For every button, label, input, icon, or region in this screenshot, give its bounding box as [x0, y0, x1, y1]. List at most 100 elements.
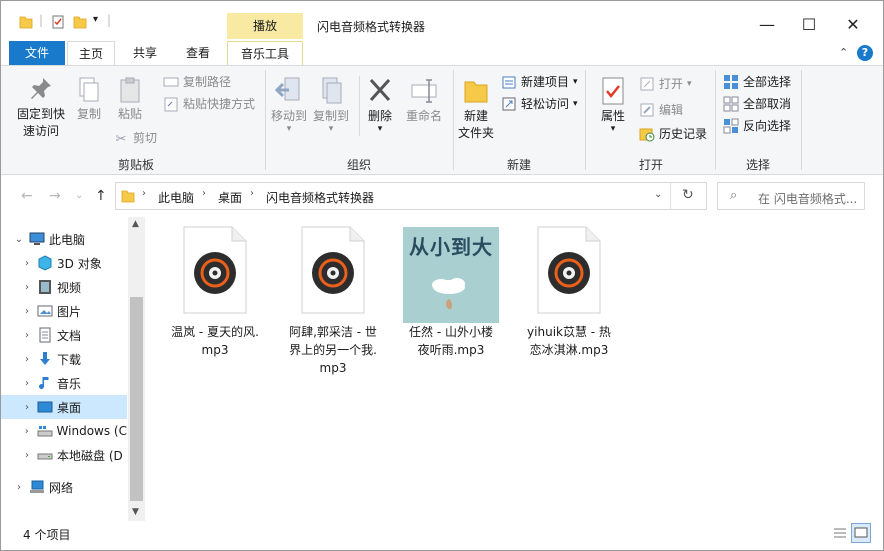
chevron-right-icon[interactable]: ›: [21, 282, 33, 293]
breadcrumb-chevron-icon[interactable]: ›: [250, 188, 254, 199]
address-bar[interactable]: › 此电脑 › 桌面 › 闪电音频格式转换器 ⌄ ↻: [115, 182, 707, 210]
tab-music-tools[interactable]: 音乐工具: [227, 41, 303, 67]
scroll-up-arrow-icon[interactable]: ▲: [132, 219, 139, 229]
copy-to-button[interactable]: 复制到 ▾: [311, 76, 351, 134]
file-item[interactable]: 阿肆,郭采洁 - 世 界上的另一个我. mp3: [277, 225, 389, 377]
scroll-down-arrow-icon[interactable]: ▼: [132, 507, 139, 517]
forward-arrow-icon[interactable]: →: [49, 188, 61, 204]
history-button[interactable]: 历史记录: [639, 124, 707, 144]
folder-icon: [19, 15, 33, 32]
select-none-button[interactable]: 全部取消: [723, 94, 791, 114]
easy-access-icon: [501, 96, 517, 112]
easy-access-button[interactable]: 轻松访问 ▾: [501, 94, 578, 114]
search-placeholder: 在 闪电音频格式...: [758, 192, 858, 206]
scrollbar-thumb[interactable]: [130, 297, 143, 501]
recent-locations-icon[interactable]: ⌄: [75, 190, 83, 201]
nav-item-windows-c[interactable]: › Windows (C: [1, 419, 127, 443]
chevron-down-icon[interactable]: ⌄: [13, 234, 25, 245]
chevron-right-icon[interactable]: ›: [21, 450, 33, 461]
close-button[interactable]: ✕: [839, 11, 867, 39]
nav-item-network[interactable]: › 网络: [1, 475, 127, 499]
download-icon: [37, 351, 53, 367]
move-to-button[interactable]: 移动到 ▾: [269, 76, 309, 134]
new-folder-quick-icon[interactable]: [73, 15, 87, 32]
ribbon: 固定到快 速访问 复制 粘贴 复制路径 粘贴快捷方式 ✂ 剪切 剪贴板 移动到 …: [1, 65, 883, 175]
file-item[interactable]: 温岚 - 夏天的风. mp3: [159, 225, 271, 359]
customize-quick-access-icon[interactable]: ▾: [93, 14, 98, 25]
nav-item-videos[interactable]: › 视频: [1, 275, 127, 299]
large-icons-view-icon[interactable]: [851, 523, 871, 543]
chevron-right-icon[interactable]: ›: [21, 354, 33, 365]
chevron-right-icon[interactable]: ›: [21, 426, 33, 437]
edit-icon: [639, 102, 655, 118]
breadcrumb-chevron-icon[interactable]: ›: [202, 188, 206, 199]
nav-scrollbar[interactable]: ▲ ▼: [128, 217, 145, 521]
new-item-button[interactable]: 新建项目 ▾: [501, 72, 578, 92]
breadcrumb-desktop[interactable]: 桌面: [218, 189, 242, 206]
tab-view[interactable]: 查看: [175, 41, 221, 65]
network-icon: [29, 479, 45, 495]
details-view-icon[interactable]: [831, 525, 849, 543]
back-arrow-icon[interactable]: ←: [21, 188, 33, 204]
tab-file[interactable]: 文件: [9, 41, 65, 65]
chevron-right-icon[interactable]: ›: [21, 330, 33, 341]
nav-item-downloads[interactable]: › 下载: [1, 347, 127, 371]
ribbon-tabs: 文件 主页 共享 查看 音乐工具 ⌃ ?: [1, 39, 883, 67]
paste-button[interactable]: 粘贴: [113, 76, 147, 123]
chevron-right-icon[interactable]: ›: [21, 402, 33, 413]
nav-item-3d-objects[interactable]: › 3D 对象: [1, 251, 127, 275]
collapse-ribbon-icon[interactable]: ⌃: [839, 46, 848, 59]
pin-quick-access-button[interactable]: 固定到快 速访问: [11, 76, 71, 140]
invert-selection-icon: [723, 118, 739, 134]
file-name: 温岚 - 夏天的风. mp3: [171, 325, 259, 357]
edit-button[interactable]: 编辑: [639, 100, 683, 120]
refresh-icon[interactable]: ↻: [682, 187, 694, 203]
select-none-icon: [723, 96, 739, 112]
tab-share[interactable]: 共享: [123, 41, 167, 65]
picture-icon: [37, 303, 53, 319]
address-history-chevron-icon[interactable]: ⌄: [654, 189, 662, 200]
group-label-new: 新建: [506, 158, 531, 172]
nav-item-local-disk-d[interactable]: › 本地磁盘 (D: [1, 443, 127, 467]
copy-button[interactable]: 复制: [73, 76, 105, 123]
new-folder-button[interactable]: 新建 文件夹: [456, 76, 496, 142]
file-item[interactable]: yihuik苡慧 - 热 恋冰淇淋.mp3: [513, 225, 625, 359]
paste-shortcut-button[interactable]: 粘贴快捷方式: [163, 94, 255, 114]
copy-path-button[interactable]: 复制路径: [163, 72, 231, 92]
properties-quick-icon[interactable]: [51, 15, 65, 32]
search-box[interactable]: ⌕ 在 闪电音频格式...: [717, 182, 865, 210]
nav-item-this-pc[interactable]: ⌄ 此电脑: [1, 227, 127, 251]
properties-button[interactable]: 属性 ▾: [593, 76, 633, 134]
invert-selection-button[interactable]: 反向选择: [723, 116, 791, 136]
tab-home[interactable]: 主页: [67, 41, 115, 67]
search-icon: ⌕: [730, 188, 738, 203]
item-count: 4 个项目: [23, 528, 71, 542]
select-all-button[interactable]: 全部选择: [723, 72, 791, 92]
cut-button[interactable]: ✂ 剪切: [113, 128, 157, 148]
chevron-right-icon[interactable]: ›: [21, 258, 33, 269]
breadcrumb-current-folder[interactable]: 闪电音频格式转换器: [266, 189, 374, 206]
minimize-button[interactable]: —: [753, 11, 781, 39]
navigation-pane: ⌄ 此电脑 › 3D 对象 › 视频 › 图片 › 文档 › 下载 › 音乐 ›…: [1, 217, 146, 521]
nav-item-desktop[interactable]: › 桌面: [1, 395, 127, 419]
open-button[interactable]: 打开 ▾: [639, 74, 692, 94]
breadcrumb-chevron-icon[interactable]: ›: [142, 188, 146, 199]
breadcrumb-this-pc[interactable]: 此电脑: [158, 189, 194, 206]
paste-shortcut-icon: [163, 96, 179, 112]
rename-button[interactable]: 重命名: [403, 76, 445, 125]
up-arrow-icon[interactable]: ↑: [95, 188, 107, 204]
copy-to-icon: [311, 76, 351, 108]
nav-item-music[interactable]: › 音乐: [1, 371, 127, 395]
new-folder-icon: [456, 76, 496, 108]
maximize-button[interactable]: ☐: [795, 11, 823, 39]
chevron-right-icon[interactable]: ›: [13, 482, 25, 493]
delete-button[interactable]: 删除 ▾: [363, 76, 397, 134]
nav-item-documents[interactable]: › 文档: [1, 323, 127, 347]
nav-item-pictures[interactable]: › 图片: [1, 299, 127, 323]
file-view: 温岚 - 夏天的风. mp3 阿肆,郭采洁 - 世 界上的另一个我. mp3 从…: [147, 217, 883, 521]
chevron-right-icon[interactable]: ›: [21, 306, 33, 317]
help-icon[interactable]: ?: [857, 45, 873, 61]
file-item[interactable]: 从小到大 任然 - 山外小楼 夜听雨.mp3: [395, 225, 507, 359]
chevron-right-icon[interactable]: ›: [21, 378, 33, 389]
copy-icon: [73, 76, 105, 106]
